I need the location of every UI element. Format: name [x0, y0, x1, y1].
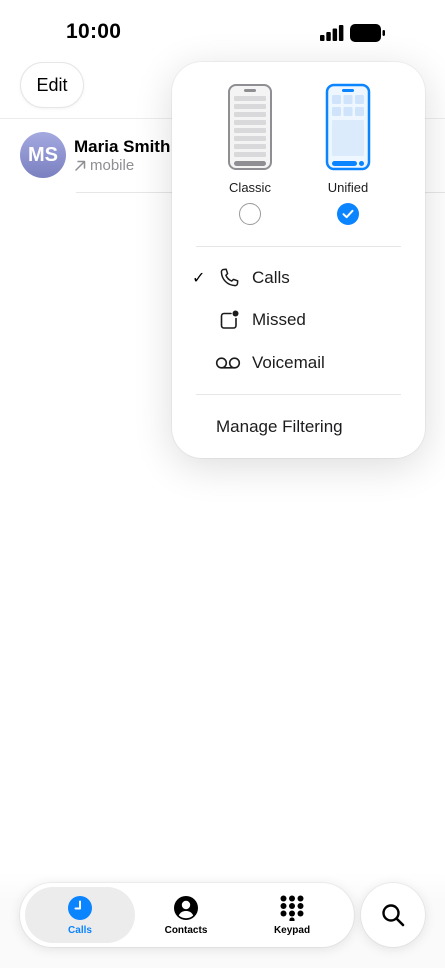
avatar: MS: [20, 132, 66, 178]
tab-label-keypad: Keypad: [273, 925, 311, 936]
person-icon: [174, 896, 198, 920]
filter-item-calls[interactable]: ✓ Calls: [172, 258, 425, 298]
layout-label-classic: Classic: [229, 180, 271, 195]
clock-icon: [68, 896, 92, 920]
status-bar: 10:00: [0, 0, 445, 60]
battery-icon: [350, 24, 385, 42]
tab-label-contacts: Contacts: [164, 925, 208, 936]
filter-label-voicemail: Voicemail: [252, 353, 325, 372]
checkmark-icon: [342, 209, 354, 219]
filter-label-missed: Missed: [252, 310, 306, 329]
tab-contacts[interactable]: Contacts: [131, 887, 241, 943]
voicemail-icon: [215, 357, 241, 369]
cellular-signal-icon: [320, 25, 344, 41]
edit-button[interactable]: Edit: [20, 62, 84, 108]
phone-icon: [220, 268, 239, 287]
keypad-icon: [280, 895, 304, 921]
layout-option-unified[interactable]: Unified: [303, 82, 393, 232]
tab-label-calls: Calls: [68, 925, 92, 936]
search-button[interactable]: [361, 883, 425, 947]
filter-item-missed[interactable]: Missed: [172, 300, 425, 340]
outgoing-arrow-icon: [75, 160, 86, 171]
status-time: 10:00: [66, 20, 122, 43]
radio-unified[interactable]: [337, 203, 359, 225]
radio-classic[interactable]: [239, 203, 261, 225]
popover-divider: [196, 394, 401, 395]
tab-bar: Calls Contacts Keypad: [20, 883, 354, 947]
layout-option-classic[interactable]: Classic: [205, 82, 295, 232]
call-type-label: mobile: [90, 157, 135, 174]
unified-layout-icon: [325, 83, 371, 171]
selected-check-icon: ✓: [192, 270, 206, 287]
contact-name: Maria Smith: [74, 137, 171, 156]
popover-divider: [196, 246, 401, 247]
layout-label-unified: Unified: [327, 180, 369, 195]
search-icon: [382, 904, 405, 927]
tab-calls[interactable]: Calls: [25, 887, 135, 943]
manage-filtering-button[interactable]: Manage Filtering: [216, 417, 343, 437]
filter-popover: Classic Unified ✓ Calls Missed Voicemail…: [172, 62, 425, 458]
classic-layout-icon: [228, 84, 272, 170]
filter-item-voicemail[interactable]: Voicemail: [172, 343, 425, 383]
missed-icon: [220, 310, 239, 329]
tab-keypad[interactable]: Keypad: [237, 887, 347, 943]
call-detail: mobile: [74, 157, 134, 174]
filter-label-calls: Calls: [252, 268, 290, 287]
